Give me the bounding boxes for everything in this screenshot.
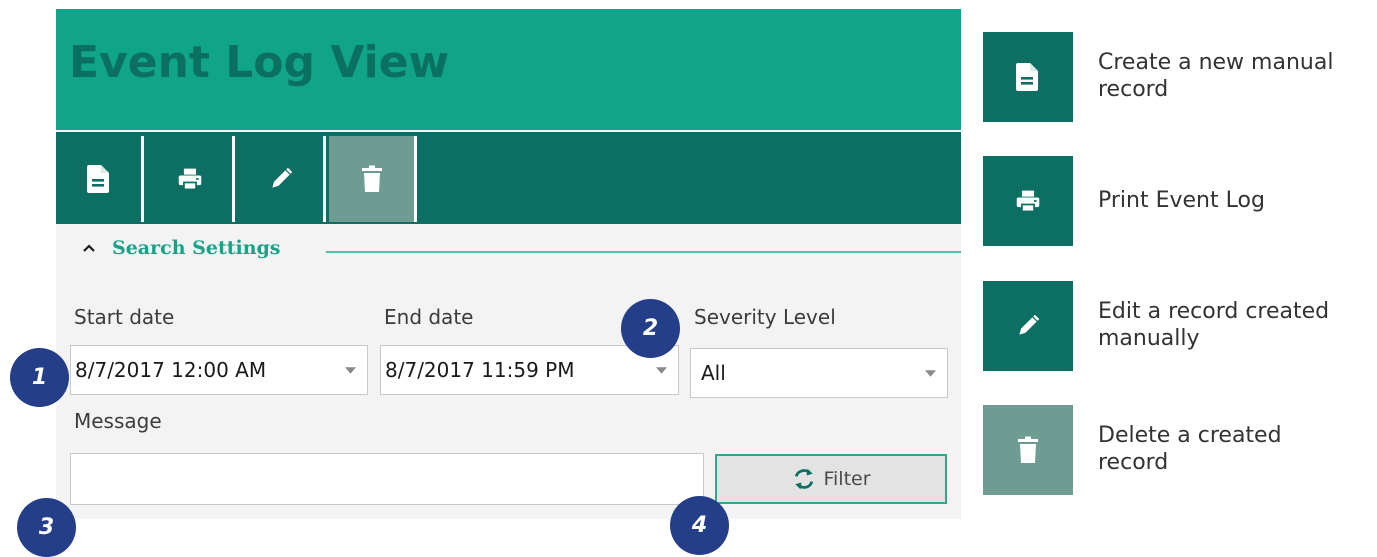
severity-level-label: Severity Level bbox=[694, 305, 836, 329]
print-icon bbox=[178, 168, 201, 191]
print-button[interactable] bbox=[147, 136, 235, 222]
title-bar: Event Log View bbox=[56, 9, 961, 130]
trash-icon bbox=[361, 165, 382, 192]
trash-icon bbox=[1018, 436, 1038, 463]
message-label: Message bbox=[74, 409, 162, 433]
callout-badge-3: 3 bbox=[17, 498, 76, 557]
severity-level-value: All bbox=[701, 361, 726, 385]
legend-text-print: Print Event Log bbox=[1098, 187, 1265, 213]
legend-text-edit: Edit a record created manually bbox=[1098, 299, 1330, 351]
callout-badge-4: 4 bbox=[670, 496, 729, 555]
filter-button[interactable]: Filter bbox=[715, 454, 947, 504]
start-date-value: 8/7/2017 12:00 AM bbox=[75, 358, 267, 382]
section-divider bbox=[326, 251, 961, 253]
chevron-up-icon[interactable] bbox=[82, 241, 96, 255]
new-document-icon bbox=[1016, 63, 1038, 91]
legend-icon-delete bbox=[983, 405, 1073, 495]
search-settings-header[interactable]: Search Settings bbox=[82, 237, 281, 259]
page-title: Event Log View bbox=[69, 37, 450, 88]
end-date-label: End date bbox=[384, 305, 474, 329]
dropdown-arrow-icon[interactable] bbox=[913, 369, 947, 377]
edit-pencil-icon bbox=[271, 167, 292, 188]
refresh-icon bbox=[795, 468, 814, 490]
legend-icon-print bbox=[983, 156, 1073, 246]
dropdown-arrow-icon[interactable] bbox=[644, 366, 678, 374]
edit-button[interactable] bbox=[238, 136, 326, 222]
legend-icon-create bbox=[983, 32, 1073, 122]
new-record-button[interactable] bbox=[56, 136, 144, 222]
search-settings-title: Search Settings bbox=[112, 237, 281, 259]
severity-level-select[interactable]: All bbox=[690, 348, 948, 398]
edit-pencil-icon bbox=[1019, 314, 1040, 335]
legend-item-delete: Delete a created record bbox=[983, 405, 1343, 495]
start-date-picker[interactable]: 8/7/2017 12:00 AM bbox=[70, 345, 368, 395]
legend-text-create: Create a new manual record bbox=[1098, 50, 1334, 102]
end-date-value: 8/7/2017 11:59 PM bbox=[385, 358, 575, 382]
legend-text-delete: Delete a created record bbox=[1098, 423, 1282, 475]
callout-badge-1: 1 bbox=[10, 348, 69, 407]
new-document-icon bbox=[86, 165, 109, 193]
legend-item-create: Create a new manual record bbox=[983, 32, 1343, 122]
legend-icon-edit bbox=[983, 281, 1073, 371]
start-date-label: Start date bbox=[74, 305, 175, 329]
legend-item-edit: Edit a record created manually bbox=[983, 281, 1343, 371]
dropdown-arrow-icon[interactable] bbox=[333, 366, 367, 374]
print-icon bbox=[1016, 190, 1040, 213]
callout-badge-2: 2 bbox=[621, 299, 680, 358]
toolbar bbox=[56, 132, 961, 224]
event-log-window: Event Log View Search Settings Start dat… bbox=[56, 9, 961, 519]
message-input[interactable] bbox=[70, 453, 704, 505]
legend-item-print: Print Event Log bbox=[983, 156, 1343, 246]
delete-button[interactable] bbox=[329, 136, 417, 222]
filter-button-label: Filter bbox=[823, 468, 871, 490]
